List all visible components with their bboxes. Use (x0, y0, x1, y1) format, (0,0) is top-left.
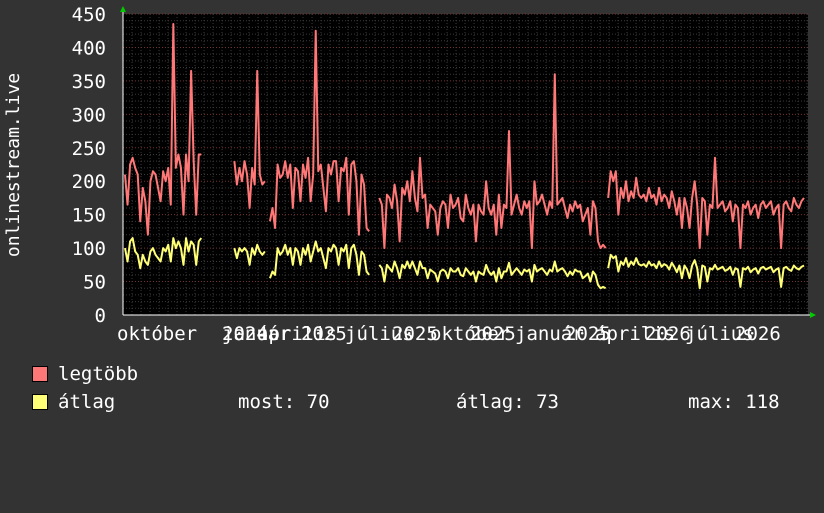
legend-swatch-avg (32, 394, 48, 410)
y-tick-labels: 0 50 100 150 200 250 300 350 400 450 (72, 4, 106, 327)
x-tick-label: 2026 (645, 323, 691, 345)
y-tick-label: 100 (72, 238, 106, 260)
y-tick-label: 250 (72, 138, 106, 160)
y-tick-label: 350 (72, 71, 106, 93)
stat-average: átlag: 73 (456, 391, 559, 413)
y-tick-label: 450 (72, 4, 106, 26)
legend-item-max: legtöbb (32, 364, 138, 384)
x-tick-label: 2025 (470, 323, 516, 345)
y-tick-label: 400 (72, 37, 106, 59)
legend-swatch-max (32, 366, 48, 382)
x-tick-label: október (117, 323, 197, 345)
legend-label-max: legtöbb (58, 363, 139, 385)
y-tick-label: 200 (72, 171, 106, 193)
y-axis-arrow (120, 6, 126, 12)
x-tick-labels: október január2024április2025július2025ok… (117, 323, 781, 345)
y-tick-label: 0 (95, 305, 106, 327)
x-tick-label: 2025 (301, 323, 347, 345)
y-tick-label: 50 (83, 272, 106, 294)
x-axis-arrow (810, 312, 816, 318)
stat-now: most: 70 (238, 391, 330, 413)
x-tick-label: 2026 (735, 323, 781, 345)
y-tick-label: 300 (72, 104, 106, 126)
legend-label-avg: átlag (58, 391, 116, 413)
y-tick-label: 150 (72, 205, 106, 227)
legend-item-avg: átlag most: 70 átlag: 73 max: 118 (32, 392, 822, 412)
y-axis-label: onlinestream.live (3, 73, 24, 257)
stat-max: max: 118 (688, 391, 780, 413)
